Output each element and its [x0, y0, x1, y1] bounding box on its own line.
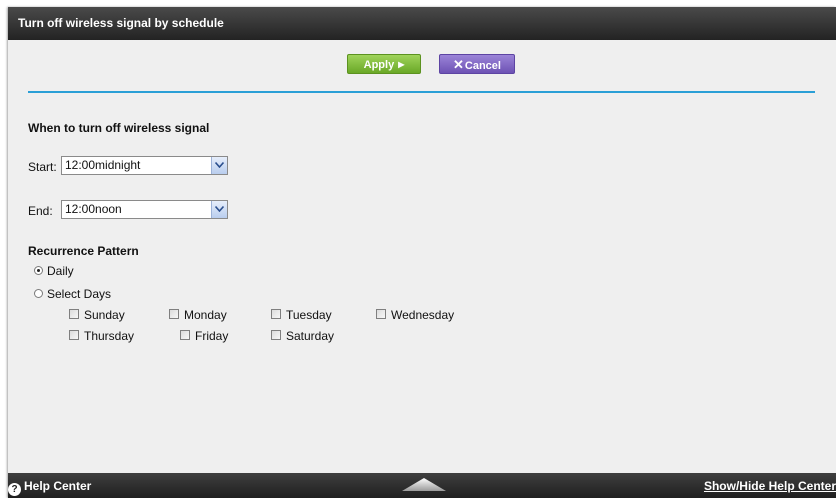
saturday-checkbox[interactable] [271, 330, 281, 340]
apply-button[interactable]: Apply ▶ [347, 54, 421, 74]
chevron-down-icon[interactable] [211, 201, 227, 218]
show-hide-help-link[interactable]: Show/Hide Help Center [704, 479, 836, 493]
day-thursday[interactable]: Thursday [69, 329, 134, 343]
start-time-value: 12:00midnight [65, 158, 141, 172]
section-divider [28, 91, 815, 93]
radio-select-days-label: Select Days [47, 287, 112, 301]
day-saturday[interactable]: Saturday [271, 329, 334, 343]
end-time-select[interactable]: 12:00noon [61, 200, 228, 219]
day-label: Wednesday [391, 308, 455, 322]
friday-checkbox[interactable] [180, 330, 190, 340]
day-label: Saturday [286, 329, 335, 343]
day-label: Thursday [84, 329, 135, 343]
day-friday[interactable]: Friday [180, 329, 228, 343]
radio-select-days-button[interactable] [34, 289, 43, 298]
schedule-panel: Turn off wireless signal by schedule App… [8, 7, 836, 498]
question-icon: ? [8, 483, 21, 496]
schedule-heading: When to turn off wireless signal [28, 121, 210, 135]
cancel-button[interactable]: ✕Cancel [439, 54, 515, 74]
thursday-checkbox[interactable] [69, 330, 79, 340]
day-wednesday[interactable]: Wednesday [376, 308, 454, 322]
panel-title: Turn off wireless signal by schedule [8, 7, 836, 40]
monday-checkbox[interactable] [169, 309, 179, 319]
sunday-checkbox[interactable] [69, 309, 79, 319]
radio-select-days[interactable]: Select Days [34, 287, 111, 301]
day-label: Monday [184, 308, 227, 322]
day-label: Tuesday [286, 308, 332, 322]
start-label: Start: [28, 160, 57, 174]
help-footer: ? Help Center Show/Hide Help Center [8, 473, 836, 498]
recurrence-heading: Recurrence Pattern [28, 244, 139, 258]
radio-daily[interactable]: Daily [34, 264, 74, 278]
wednesday-checkbox[interactable] [376, 309, 386, 319]
end-label: End: [28, 204, 53, 218]
cancel-label: Cancel [464, 60, 501, 72]
day-sunday[interactable]: Sunday [69, 308, 125, 322]
start-time-select[interactable]: 12:00midnight [61, 156, 228, 175]
close-icon: ✕ [453, 57, 464, 72]
chevron-down-icon[interactable] [211, 157, 227, 174]
expand-arrow-icon[interactable] [402, 477, 446, 491]
day-monday[interactable]: Monday [169, 308, 227, 322]
radio-daily-label: Daily [47, 264, 74, 278]
day-label: Sunday [84, 308, 125, 322]
help-center-link[interactable]: ? Help Center [8, 479, 91, 496]
play-arrow-icon: ▶ [398, 60, 405, 69]
day-label: Friday [195, 329, 229, 343]
radio-daily-button[interactable] [34, 266, 43, 275]
day-tuesday[interactable]: Tuesday [271, 308, 332, 322]
help-center-label: Help Center [24, 479, 92, 493]
end-time-value: 12:00noon [65, 202, 122, 216]
apply-label: Apply [363, 59, 395, 71]
tuesday-checkbox[interactable] [271, 309, 281, 319]
